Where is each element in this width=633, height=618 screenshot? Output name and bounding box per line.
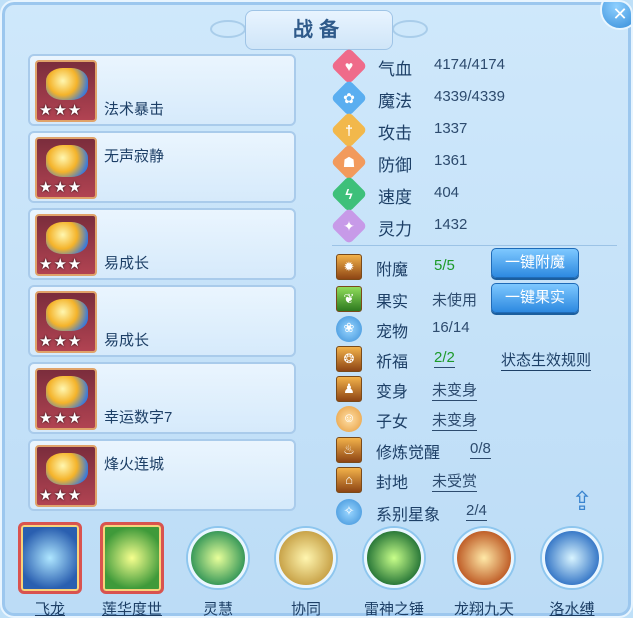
bolt-icon: ϟ: [330, 175, 368, 213]
star-rating: ★★★: [39, 102, 83, 119]
star-sign-link[interactable]: 2/4: [466, 502, 487, 521]
equipment-icon: ★★★: [35, 137, 97, 199]
equipment-slot-5[interactable]: ★★★ 幸运数字7: [28, 362, 296, 434]
skill-lianhua[interactable]: 莲华度世: [96, 522, 168, 616]
equipment-name: 烽火连城: [104, 456, 165, 473]
enchant-icon: ✹: [336, 254, 362, 280]
equipment-name: 幸运数字7: [104, 409, 173, 426]
sword-icon: †: [330, 111, 368, 149]
divider: [332, 245, 617, 246]
transform-link[interactable]: 未变身: [432, 382, 478, 401]
equipment-slot-2[interactable]: ★★★ 无声寂静: [28, 131, 296, 203]
cultivation-link[interactable]: 0/8: [470, 440, 491, 459]
battle-prep-panel: 战备 ✕ ★★★ 法术暴击 ★★★ 无声寂静 ★★★ 易成长 ★★★ 易成长 ★…: [0, 0, 633, 618]
cultivation-icon: ♨: [336, 437, 362, 463]
skill-icon: [364, 528, 424, 588]
skill-icon: [276, 528, 336, 588]
equipment-slot-3[interactable]: ★★★ 易成长: [28, 208, 296, 280]
star-rating: ★★★: [39, 333, 83, 350]
children-link[interactable]: 未变身: [432, 412, 478, 431]
blessing-icon: ❂: [336, 346, 362, 372]
fruit-all-button[interactable]: 一键果实: [491, 283, 579, 313]
person-icon: ☗: [330, 143, 368, 181]
fief-link[interactable]: 未受赏: [432, 473, 478, 492]
heart-icon: ♥: [330, 47, 368, 85]
skill-feilong[interactable]: 飞龙: [14, 522, 86, 616]
share-icon[interactable]: ⇪: [564, 486, 600, 516]
panel-title: 战备: [245, 10, 393, 50]
star-rating: ★★★: [39, 256, 83, 273]
transform-icon: ♟: [336, 376, 362, 402]
equipment-slot-4[interactable]: ★★★ 易成长: [28, 285, 296, 357]
close-icon: ✕: [612, 4, 628, 24]
spark-icon: ✦: [330, 207, 368, 245]
enchant-all-button[interactable]: 一键附魔: [491, 248, 579, 278]
star-rating: ★★★: [39, 487, 83, 504]
equipment-name: 无声寂静: [104, 148, 165, 165]
status-rules-link[interactable]: 状态生效规则: [501, 349, 592, 371]
equipment-icon: ★★★: [35, 445, 97, 507]
skill-linghui[interactable]: 灵慧: [182, 522, 254, 616]
title-ornament-right: [392, 20, 428, 38]
child-icon: ☺: [336, 406, 362, 432]
equipment-icon: ★★★: [35, 60, 97, 122]
equipment-slot-1[interactable]: ★★★ 法术暴击: [28, 54, 296, 126]
title-ornament-left: [210, 20, 246, 38]
equipment-name: 易成长: [104, 332, 150, 349]
skill-xietong[interactable]: 协同: [270, 522, 342, 616]
skill-longxiang[interactable]: 龙翔九天: [448, 522, 520, 616]
skill-leishen[interactable]: 雷神之锤: [358, 522, 430, 616]
skill-luoshui[interactable]: 洛水缚: [536, 522, 608, 616]
close-button[interactable]: ✕: [600, 2, 631, 30]
equipment-name: 法术暴击: [104, 101, 165, 118]
paw-icon: ✿: [330, 79, 368, 117]
equipment-icon: ★★★: [35, 368, 97, 430]
skill-icon: [542, 528, 602, 588]
equipment-name: 易成长: [104, 255, 150, 272]
skill-icon: [18, 522, 82, 594]
star-rating: ★★★: [39, 179, 83, 196]
star-rating: ★★★: [39, 410, 83, 427]
paw-icon: ❀: [336, 316, 362, 342]
equipment-icon: ★★★: [35, 291, 97, 353]
fief-icon: ⌂: [336, 467, 362, 493]
skill-icon: [100, 522, 164, 594]
equipment-slot-6[interactable]: ★★★ 烽火连城: [28, 439, 296, 511]
skill-icon: [188, 528, 248, 588]
skill-icon: [454, 528, 514, 588]
equipment-icon: ★★★: [35, 214, 97, 276]
leaf-icon: ❦: [336, 286, 362, 312]
